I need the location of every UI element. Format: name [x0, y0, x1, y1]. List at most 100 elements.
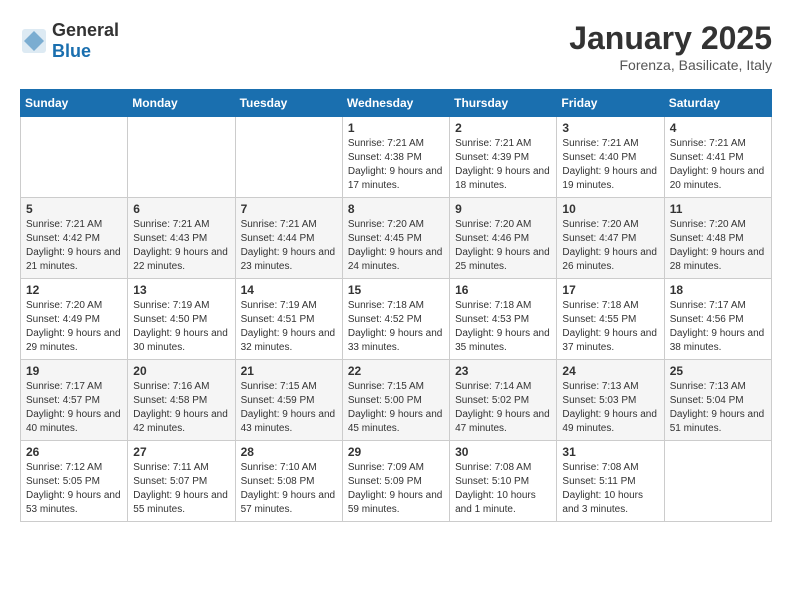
day-number: 30	[455, 445, 551, 459]
day-number: 15	[348, 283, 444, 297]
cell-content: Sunrise: 7:15 AM Sunset: 5:00 PM Dayligh…	[348, 380, 444, 436]
calendar-cell: 17 Sunrise: 7:18 AM Sunset: 4:55 PM Dayli…	[557, 279, 664, 360]
day-number: 10	[562, 202, 658, 216]
logo-blue: Blue	[52, 41, 91, 61]
cell-content: Sunrise: 7:20 AM Sunset: 4:48 PM Dayligh…	[670, 218, 766, 274]
day-number: 8	[348, 202, 444, 216]
day-number: 24	[562, 364, 658, 378]
day-number: 6	[133, 202, 229, 216]
cell-content: Sunrise: 7:14 AM Sunset: 5:02 PM Dayligh…	[455, 380, 551, 436]
weekday-header-saturday: Saturday	[664, 90, 771, 117]
calendar-cell: 13 Sunrise: 7:19 AM Sunset: 4:50 PM Dayli…	[128, 279, 235, 360]
cell-content: Sunrise: 7:08 AM Sunset: 5:10 PM Dayligh…	[455, 461, 551, 517]
calendar-cell: 19 Sunrise: 7:17 AM Sunset: 4:57 PM Dayli…	[21, 360, 128, 441]
calendar-cell: 21 Sunrise: 7:15 AM Sunset: 4:59 PM Dayli…	[235, 360, 342, 441]
cell-content: Sunrise: 7:18 AM Sunset: 4:52 PM Dayligh…	[348, 299, 444, 355]
calendar-cell	[235, 117, 342, 198]
cell-content: Sunrise: 7:21 AM Sunset: 4:40 PM Dayligh…	[562, 137, 658, 193]
calendar-cell: 3 Sunrise: 7:21 AM Sunset: 4:40 PM Daylig…	[557, 117, 664, 198]
calendar-cell: 12 Sunrise: 7:20 AM Sunset: 4:49 PM Dayli…	[21, 279, 128, 360]
calendar-cell: 27 Sunrise: 7:11 AM Sunset: 5:07 PM Dayli…	[128, 441, 235, 522]
weekday-header-wednesday: Wednesday	[342, 90, 449, 117]
calendar-cell: 5 Sunrise: 7:21 AM Sunset: 4:42 PM Daylig…	[21, 198, 128, 279]
day-number: 4	[670, 121, 766, 135]
calendar-cell: 9Sunrise: 7:20 AM Sunset: 4:46 PM Daylig…	[450, 198, 557, 279]
day-number: 27	[133, 445, 229, 459]
day-number: 12	[26, 283, 122, 297]
calendar-cell: 14 Sunrise: 7:19 AM Sunset: 4:51 PM Dayli…	[235, 279, 342, 360]
calendar-table: SundayMondayTuesdayWednesdayThursdayFrid…	[20, 89, 772, 522]
cell-content: Sunrise: 7:21 AM Sunset: 4:38 PM Dayligh…	[348, 137, 444, 193]
day-number: 31	[562, 445, 658, 459]
day-number: 14	[241, 283, 337, 297]
day-number: 1	[348, 121, 444, 135]
cell-content: Sunrise: 7:13 AM Sunset: 5:04 PM Dayligh…	[670, 380, 766, 436]
cell-content: Sunrise: 7:11 AM Sunset: 5:07 PM Dayligh…	[133, 461, 229, 517]
cell-content: Sunrise: 7:21 AM Sunset: 4:43 PM Dayligh…	[133, 218, 229, 274]
cell-content: Sunrise: 7:20 AM Sunset: 4:47 PM Dayligh…	[562, 218, 658, 274]
calendar-cell: 24 Sunrise: 7:13 AM Sunset: 5:03 PM Dayli…	[557, 360, 664, 441]
calendar-cell: 31 Sunrise: 7:08 AM Sunset: 5:11 PM Dayli…	[557, 441, 664, 522]
weekday-header-thursday: Thursday	[450, 90, 557, 117]
cell-content: Sunrise: 7:17 AM Sunset: 4:57 PM Dayligh…	[26, 380, 122, 436]
cell-content: Sunrise: 7:18 AM Sunset: 4:55 PM Dayligh…	[562, 299, 658, 355]
day-number: 22	[348, 364, 444, 378]
cell-content: Sunrise: 7:19 AM Sunset: 4:50 PM Dayligh…	[133, 299, 229, 355]
calendar-cell: 25Sunrise: 7:13 AM Sunset: 5:04 PM Dayli…	[664, 360, 771, 441]
calendar-cell: 11 Sunrise: 7:20 AM Sunset: 4:48 PM Dayli…	[664, 198, 771, 279]
logo-general: General	[52, 20, 119, 40]
calendar-cell: 30 Sunrise: 7:08 AM Sunset: 5:10 PM Dayli…	[450, 441, 557, 522]
day-number: 5	[26, 202, 122, 216]
calendar-cell: 15 Sunrise: 7:18 AM Sunset: 4:52 PM Dayli…	[342, 279, 449, 360]
day-number: 2	[455, 121, 551, 135]
cell-content: Sunrise: 7:17 AM Sunset: 4:56 PM Dayligh…	[670, 299, 766, 355]
calendar-cell: 16 Sunrise: 7:18 AM Sunset: 4:53 PM Dayli…	[450, 279, 557, 360]
calendar-cell	[128, 117, 235, 198]
calendar-cell: 20Sunrise: 7:16 AM Sunset: 4:58 PM Dayli…	[128, 360, 235, 441]
day-number: 17	[562, 283, 658, 297]
title-area: January 2025 Forenza, Basilicate, Italy	[569, 20, 772, 73]
day-number: 26	[26, 445, 122, 459]
cell-content: Sunrise: 7:20 AM Sunset: 4:45 PM Dayligh…	[348, 218, 444, 274]
day-number: 3	[562, 121, 658, 135]
cell-content: Sunrise: 7:16 AM Sunset: 4:58 PM Dayligh…	[133, 380, 229, 436]
cell-content: Sunrise: 7:12 AM Sunset: 5:05 PM Dayligh…	[26, 461, 122, 517]
day-number: 23	[455, 364, 551, 378]
day-number: 28	[241, 445, 337, 459]
day-number: 13	[133, 283, 229, 297]
day-number: 18	[670, 283, 766, 297]
calendar-week-row: 12 Sunrise: 7:20 AM Sunset: 4:49 PM Dayli…	[21, 279, 772, 360]
cell-content: Sunrise: 7:15 AM Sunset: 4:59 PM Dayligh…	[241, 380, 337, 436]
cell-content: Sunrise: 7:20 AM Sunset: 4:49 PM Dayligh…	[26, 299, 122, 355]
day-number: 11	[670, 202, 766, 216]
logo: General Blue	[20, 20, 119, 62]
calendar-cell: 18 Sunrise: 7:17 AM Sunset: 4:56 PM Dayli…	[664, 279, 771, 360]
header: General Blue January 2025 Forenza, Basil…	[20, 20, 772, 73]
cell-content: Sunrise: 7:18 AM Sunset: 4:53 PM Dayligh…	[455, 299, 551, 355]
cell-content: Sunrise: 7:10 AM Sunset: 5:08 PM Dayligh…	[241, 461, 337, 517]
cell-content: Sunrise: 7:20 AM Sunset: 4:46 PM Dayligh…	[455, 218, 551, 274]
logo-icon	[20, 27, 48, 55]
cell-content: Sunrise: 7:09 AM Sunset: 5:09 PM Dayligh…	[348, 461, 444, 517]
calendar-cell	[664, 441, 771, 522]
day-number: 16	[455, 283, 551, 297]
calendar-cell: 28 Sunrise: 7:10 AM Sunset: 5:08 PM Dayli…	[235, 441, 342, 522]
calendar-cell: 8 Sunrise: 7:20 AM Sunset: 4:45 PM Daylig…	[342, 198, 449, 279]
day-number: 21	[241, 364, 337, 378]
weekday-header-friday: Friday	[557, 90, 664, 117]
calendar-cell: 29 Sunrise: 7:09 AM Sunset: 5:09 PM Dayli…	[342, 441, 449, 522]
weekday-header-sunday: Sunday	[21, 90, 128, 117]
cell-content: Sunrise: 7:08 AM Sunset: 5:11 PM Dayligh…	[562, 461, 658, 517]
cell-content: Sunrise: 7:21 AM Sunset: 4:39 PM Dayligh…	[455, 137, 551, 193]
cell-content: Sunrise: 7:19 AM Sunset: 4:51 PM Dayligh…	[241, 299, 337, 355]
day-number: 19	[26, 364, 122, 378]
calendar-week-row: 26 Sunrise: 7:12 AM Sunset: 5:05 PM Dayli…	[21, 441, 772, 522]
calendar-week-row: 5 Sunrise: 7:21 AM Sunset: 4:42 PM Daylig…	[21, 198, 772, 279]
cell-content: Sunrise: 7:13 AM Sunset: 5:03 PM Dayligh…	[562, 380, 658, 436]
location-title: Forenza, Basilicate, Italy	[569, 57, 772, 73]
day-number: 29	[348, 445, 444, 459]
cell-content: Sunrise: 7:21 AM Sunset: 4:41 PM Dayligh…	[670, 137, 766, 193]
calendar-week-row: 1 Sunrise: 7:21 AM Sunset: 4:38 PM Daylig…	[21, 117, 772, 198]
cell-content: Sunrise: 7:21 AM Sunset: 4:42 PM Dayligh…	[26, 218, 122, 274]
weekday-header-tuesday: Tuesday	[235, 90, 342, 117]
